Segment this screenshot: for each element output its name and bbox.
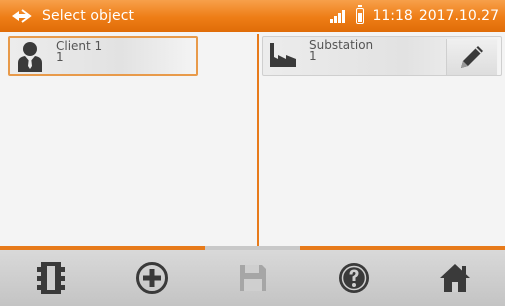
title-bar: Select object 11:18 2017.10.27 xyxy=(0,0,505,32)
object-substation-number: 1 xyxy=(309,49,317,63)
home-button[interactable] xyxy=(404,250,505,306)
clock-time: 11:18 xyxy=(372,8,413,24)
pencil-icon xyxy=(461,46,483,68)
bottom-toolbar xyxy=(0,250,505,306)
object-client-button[interactable]: Client 1 1 xyxy=(8,36,198,76)
signal-icon xyxy=(330,9,346,23)
memory-icon xyxy=(36,262,65,294)
help-icon xyxy=(338,263,369,293)
memory-button[interactable] xyxy=(0,250,101,306)
status-area: 11:18 2017.10.27 xyxy=(330,0,499,32)
add-icon xyxy=(135,262,168,294)
page-title: Select object xyxy=(42,8,135,24)
add-button[interactable] xyxy=(101,250,202,306)
app-logo-icon xyxy=(10,8,32,24)
help-button[interactable] xyxy=(303,250,404,306)
object-substation-text: Substation 1 xyxy=(309,38,374,63)
home-icon xyxy=(439,264,470,292)
save-button[interactable] xyxy=(202,250,303,306)
object-client-number: 1 xyxy=(56,50,64,64)
save-icon xyxy=(239,265,266,291)
object-substation-button[interactable]: Substation 1 xyxy=(262,36,502,76)
panel-divider xyxy=(257,34,259,246)
factory-icon xyxy=(263,37,303,73)
clock-date: 2017.10.27 xyxy=(418,8,499,24)
object-substation-name: Substation xyxy=(309,38,374,52)
battery-icon xyxy=(356,5,365,24)
person-icon xyxy=(10,38,50,74)
object-client-text: Client 1 1 xyxy=(56,40,102,64)
edit-button[interactable] xyxy=(446,39,497,75)
